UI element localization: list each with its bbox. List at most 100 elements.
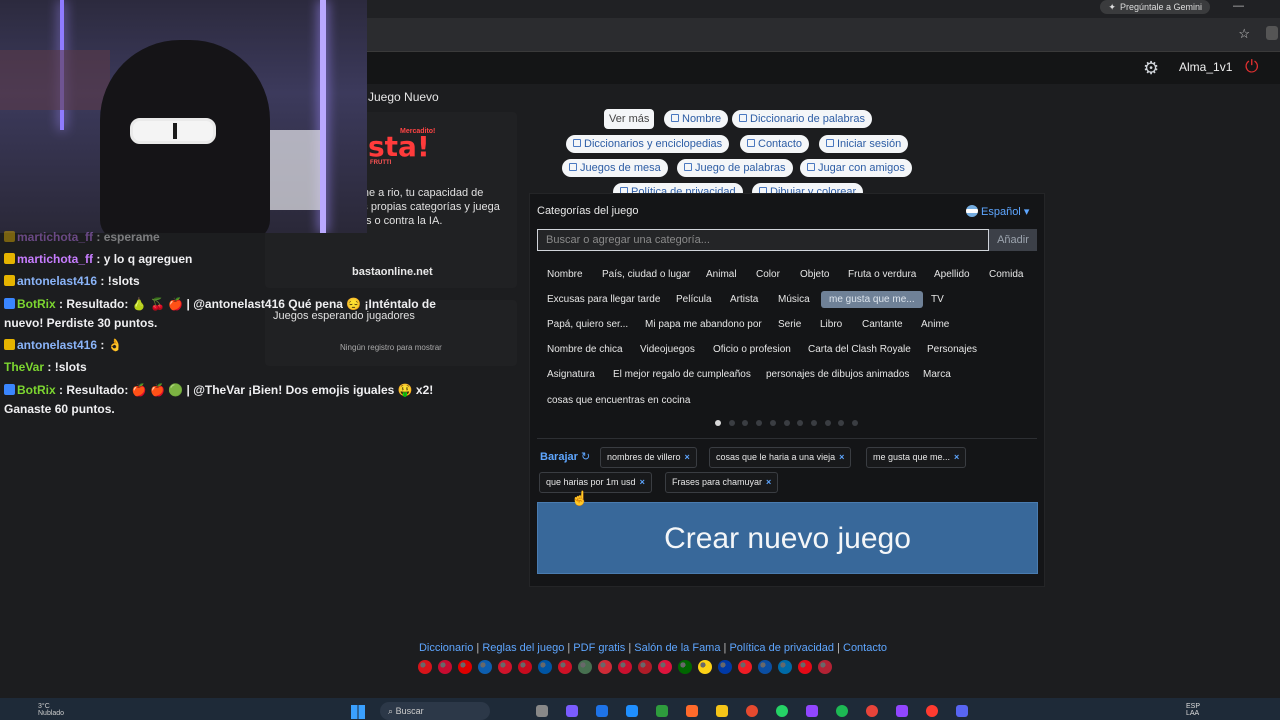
category-option[interactable]: Fruta o verdura (848, 269, 916, 280)
language-flag-icon[interactable] (498, 660, 512, 674)
language-flag-icon[interactable] (518, 660, 532, 674)
language-flag-icon[interactable] (658, 660, 672, 674)
pagination-dot[interactable] (852, 420, 858, 426)
tag-link[interactable]: Jugar con amigos (800, 159, 912, 177)
bookmark-star-icon[interactable]: ☆ (1238, 26, 1250, 42)
language-flag-icon[interactable] (578, 660, 592, 674)
pagination-dot[interactable] (824, 420, 831, 426)
category-option[interactable]: Mi papa me abandono por (645, 319, 762, 330)
remove-chip-icon[interactable]: × (685, 452, 690, 462)
app-icon[interactable] (596, 705, 608, 717)
category-option[interactable]: Libro (820, 319, 842, 330)
category-search-input[interactable] (537, 229, 989, 251)
category-option[interactable]: Nombre de chica (547, 344, 623, 355)
language-flag-icon[interactable] (718, 660, 732, 674)
remove-chip-icon[interactable]: × (640, 477, 645, 487)
shuffle-button[interactable]: Barajar ↻ (540, 450, 590, 463)
language-select[interactable]: Español ▾ (966, 205, 1029, 218)
tag-link[interactable]: Iniciar sesión (819, 135, 909, 153)
footer-link[interactable]: PDF gratis (573, 642, 625, 654)
pagination-dot[interactable] (728, 420, 735, 426)
weather-widget[interactable]: 3°C Nublado (38, 703, 64, 717)
category-option[interactable]: Asignatura (547, 369, 595, 380)
app-icon[interactable] (896, 705, 908, 717)
category-option[interactable]: Música (778, 294, 810, 305)
category-option[interactable]: Apellido (934, 269, 970, 280)
settings-gear-icon[interactable]: ⚙ (1143, 58, 1159, 79)
language-flag-icon[interactable] (598, 660, 612, 674)
discord-icon[interactable] (956, 705, 968, 717)
language-flag-icon[interactable] (538, 660, 552, 674)
category-option[interactable]: Película (676, 294, 712, 305)
footer-link[interactable]: Contacto (843, 642, 887, 654)
category-option[interactable]: Marca (923, 369, 951, 380)
app-icon[interactable] (566, 705, 578, 717)
chrome-icon[interactable] (746, 705, 758, 717)
language-flag-icon[interactable] (818, 660, 832, 674)
app-icon[interactable] (626, 705, 638, 717)
category-option[interactable]: TV (931, 294, 944, 305)
app-icon[interactable] (926, 705, 938, 717)
language-indicator[interactable]: ESP LAA (1186, 703, 1200, 717)
pagination-dot[interactable] (769, 420, 776, 426)
language-flag-icon[interactable] (458, 660, 472, 674)
category-option[interactable]: Carta del Clash Royale (808, 344, 911, 355)
category-option[interactable]: cosas que encuentras en cocina (547, 395, 690, 406)
whatsapp-icon[interactable] (776, 705, 788, 717)
category-option[interactable]: País, ciudad o lugar (602, 269, 690, 280)
category-option[interactable]: Videojuegos (640, 344, 695, 355)
category-option[interactable]: Objeto (800, 269, 829, 280)
create-game-button[interactable]: Crear nuevo juego (537, 502, 1038, 574)
xbox-icon[interactable] (656, 705, 668, 717)
language-flag-icon[interactable] (638, 660, 652, 674)
category-option[interactable]: Papá, quiero ser... (547, 319, 628, 330)
logout-power-icon[interactable]: ⏻ (1245, 57, 1258, 77)
username[interactable]: Alma_1v1 (1179, 60, 1232, 74)
category-option[interactable]: Color (756, 269, 780, 280)
twitch-icon[interactable] (806, 705, 818, 717)
task-view-icon[interactable] (536, 705, 548, 717)
category-option-selected[interactable]: me gusta que me... (821, 291, 923, 308)
gemini-button[interactable]: ✦ Pregúntale a Gemini (1100, 0, 1210, 14)
tag-link[interactable]: Diccionario de palabras (732, 110, 872, 128)
chrome-icon[interactable] (866, 705, 878, 717)
language-flag-icon[interactable] (618, 660, 632, 674)
language-flag-icon[interactable] (438, 660, 452, 674)
language-flag-icon[interactable] (558, 660, 572, 674)
language-flag-icon[interactable] (678, 660, 692, 674)
category-option[interactable]: Comida (989, 269, 1023, 280)
folder-icon[interactable] (716, 705, 728, 717)
extension-icon[interactable] (1266, 26, 1278, 40)
language-flag-icon[interactable] (478, 660, 492, 674)
tag-link[interactable]: Diccionarios y enciclopedias (566, 135, 730, 153)
minimize-button[interactable]: — (1233, 0, 1244, 12)
remove-chip-icon[interactable]: × (954, 452, 959, 462)
language-flag-icon[interactable] (758, 660, 772, 674)
language-flag-icon[interactable] (778, 660, 792, 674)
category-option[interactable]: Anime (921, 319, 949, 330)
footer-link[interactable]: Diccionario (419, 642, 473, 654)
category-option[interactable]: Nombre (547, 269, 583, 280)
tag-link[interactable]: Contacto (740, 135, 810, 153)
footer-link[interactable]: Salón de la Fama (634, 642, 720, 654)
category-option[interactable]: Animal (706, 269, 737, 280)
category-option[interactable]: Artista (730, 294, 758, 305)
windows-start-icon[interactable] (351, 705, 365, 719)
language-flag-icon[interactable] (698, 660, 712, 674)
category-option[interactable]: Oficio o profesion (713, 344, 791, 355)
add-category-button[interactable]: Añadir (989, 229, 1037, 251)
category-option[interactable]: Serie (778, 319, 801, 330)
tag-link[interactable]: Juego de palabras (677, 159, 793, 177)
app-icon[interactable] (686, 705, 698, 717)
category-option[interactable]: personajes de dibujos animados (766, 369, 909, 380)
remove-chip-icon[interactable]: × (839, 452, 844, 462)
tag-link[interactable]: Nombre (664, 110, 729, 128)
pagination-dot[interactable] (715, 420, 721, 426)
language-flag-icon[interactable] (418, 660, 432, 674)
pagination-dot[interactable] (783, 420, 790, 426)
category-option[interactable]: El mejor regalo de cumpleaños (613, 369, 751, 380)
footer-link[interactable]: Política de privacidad (729, 642, 834, 654)
language-flag-icon[interactable] (798, 660, 812, 674)
category-option[interactable]: Personajes (927, 344, 977, 355)
language-flag-icon[interactable] (738, 660, 752, 674)
